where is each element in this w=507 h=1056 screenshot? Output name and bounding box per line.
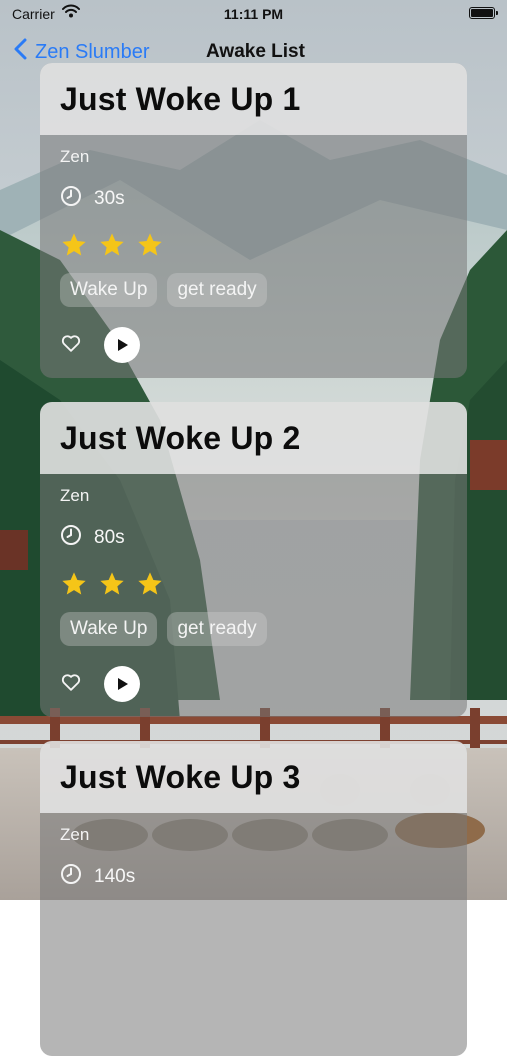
tag-chip[interactable]: get ready xyxy=(167,273,267,307)
clock-icon xyxy=(60,185,82,213)
star-icon xyxy=(138,572,162,595)
play-button[interactable] xyxy=(104,327,140,363)
list-item[interactable]: Just Woke Up 2 Zen 80s Wake Up get ready xyxy=(40,402,467,717)
rating xyxy=(60,231,447,259)
duration-label: 80s xyxy=(94,527,125,548)
item-category: Zen xyxy=(60,147,90,166)
item-title: Just Woke Up 2 xyxy=(60,419,301,456)
item-title: Just Woke Up 3 xyxy=(60,758,301,795)
star-icon xyxy=(100,572,124,595)
star-icon xyxy=(62,572,86,595)
play-icon xyxy=(118,678,128,690)
rating xyxy=(60,570,447,598)
tag-chip[interactable]: get ready xyxy=(167,612,267,646)
heart-icon[interactable] xyxy=(60,332,82,359)
clock-icon xyxy=(60,524,82,552)
duration-label: 140s xyxy=(94,866,136,887)
status-time: 11:11 PM xyxy=(223,6,284,22)
list-item[interactable]: Just Woke Up 1 Zen 30s Wake Up get ready xyxy=(40,63,467,378)
clock-icon xyxy=(60,863,82,891)
heart-icon[interactable] xyxy=(60,671,82,698)
page-title: Awake List xyxy=(206,41,305,62)
item-category: Zen xyxy=(60,486,90,505)
tag-chip[interactable]: Wake Up xyxy=(60,612,158,646)
battery-icon xyxy=(469,7,498,19)
duration-label: 30s xyxy=(94,188,125,209)
play-button[interactable] xyxy=(104,666,140,702)
play-icon xyxy=(118,339,128,351)
item-title: Just Woke Up 1 xyxy=(60,80,301,117)
status-bar: Carrier 11:11 PM xyxy=(0,0,507,30)
star-icon xyxy=(138,233,162,256)
list-item[interactable]: Just Woke Up 3 Zen 140s xyxy=(40,741,467,1056)
star-icon xyxy=(100,233,124,256)
tag-chip[interactable]: Wake Up xyxy=(60,273,158,307)
item-category: Zen xyxy=(60,825,90,844)
star-icon xyxy=(62,233,86,256)
